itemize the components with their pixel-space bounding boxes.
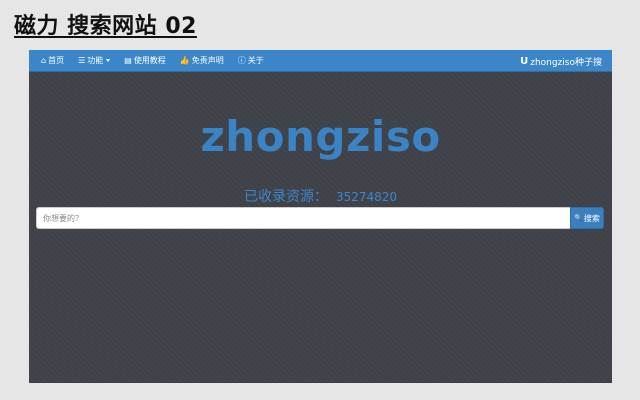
search-bar: 🔍 搜索 <box>36 207 604 229</box>
nav-item-home[interactable]: ⌂ 首页 <box>41 55 64 66</box>
nav-item-label: 首页 <box>48 56 65 65</box>
nav-item-disclaimer[interactable]: 👍 免责声明 <box>180 55 224 66</box>
nav-item-tutorial[interactable]: ▤ 使用教程 <box>124 55 166 66</box>
info-icon: ⓘ <box>237 55 246 65</box>
caret-down-icon <box>106 59 111 62</box>
resource-count-value: 35274820 <box>335 190 398 204</box>
nav-item-about[interactable]: ⓘ 关于 <box>238 55 264 66</box>
nav-item-label: 功能 <box>87 56 104 65</box>
nav-item-label: 免责声明 <box>191 56 224 65</box>
resource-count-label: 已收录资源： <box>243 189 328 205</box>
brand-label: zhongziso种子搜 <box>530 57 602 68</box>
page-title: 磁力 搜索网站 02 <box>14 14 197 39</box>
home-icon: ⌂ <box>41 55 47 65</box>
thumbs-up-icon: 👍 <box>179 55 190 65</box>
resource-count: 已收录资源： 35274820 <box>29 186 612 206</box>
site-logo: zhongziso <box>200 112 441 161</box>
book-icon: ▤ <box>124 55 132 65</box>
nav-item-label: 使用教程 <box>133 56 166 65</box>
magnet-icon: U <box>520 55 529 67</box>
search-icon: 🔍 <box>574 214 583 222</box>
nav-item-features[interactable]: ☰ 功能 <box>78 55 111 66</box>
search-button-label: 搜索 <box>583 213 600 223</box>
brand-link[interactable]: U zhongziso种子搜 <box>520 50 602 72</box>
list-icon: ☰ <box>78 55 86 65</box>
browser-viewport: ⌂ 首页 ☰ 功能 ▤ 使用教程 👍 免责声明 ⓘ 关于 U zhongziso… <box>29 50 612 383</box>
navbar: ⌂ 首页 ☰ 功能 ▤ 使用教程 👍 免责声明 ⓘ 关于 U zhongziso… <box>29 50 612 72</box>
search-input[interactable] <box>36 207 570 229</box>
search-button[interactable]: 🔍 搜索 <box>570 207 604 229</box>
nav-item-label: 关于 <box>247 56 264 65</box>
